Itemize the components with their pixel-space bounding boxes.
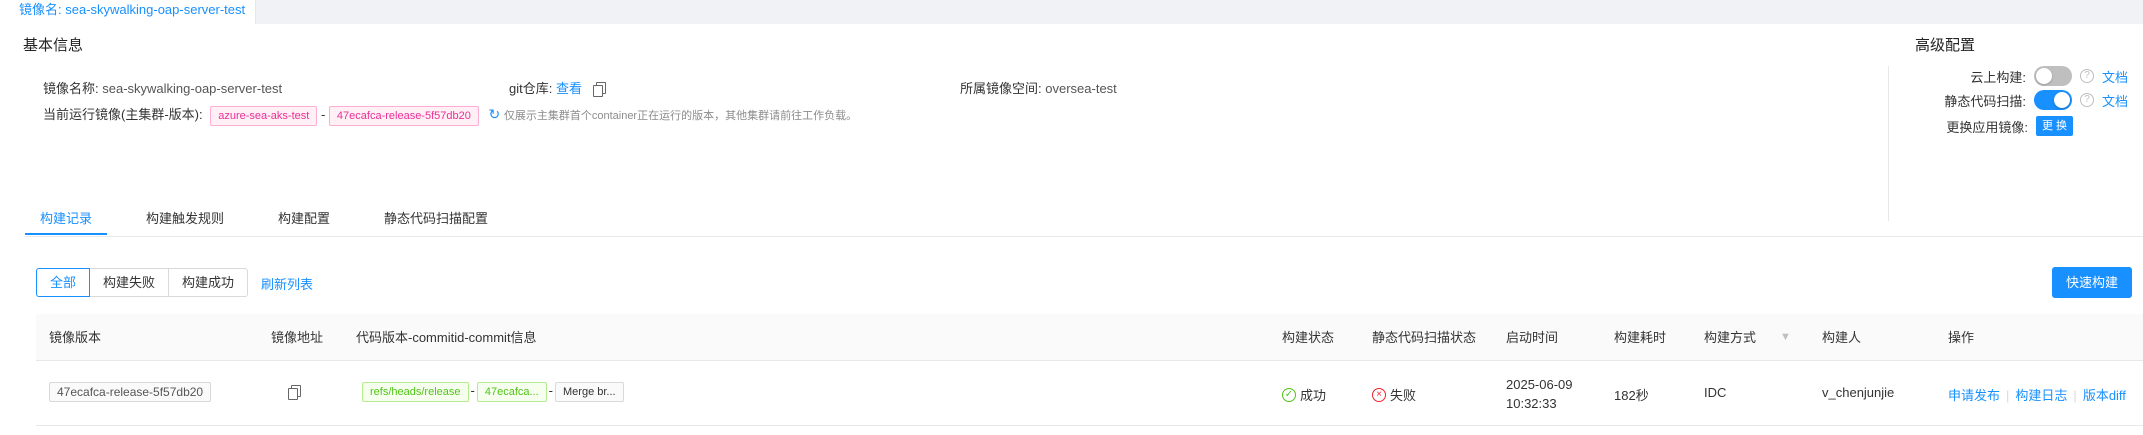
replace-image-label: 更换应用镜像: (1946, 119, 2028, 135)
help-icon[interactable]: ? (2079, 93, 2094, 107)
scan-status: × 失败 (1372, 385, 1416, 404)
replace-button[interactable]: 更 换 (2035, 116, 2073, 136)
advanced-title: 高级配置 (1915, 37, 1976, 54)
main-card: 基本信息 镜像名称: sea-skywalking-oap-server-tes… (0, 24, 2143, 435)
col-version: 镜像版本 (49, 330, 102, 345)
apply-release-link[interactable]: 申请发布 (1948, 388, 2000, 403)
filter-all[interactable]: 全部 (36, 268, 91, 297)
filter-success[interactable]: 构建成功 (168, 268, 249, 297)
replace-image-row: 更换应用镜像: 更 换 (1946, 116, 2073, 136)
start-clock: 10:32:33 (1506, 396, 1557, 411)
running-note: 仅展示主集群首个container正在运行的版本，其他集群请前往工作负载。 (503, 110, 858, 122)
build-status-text: 成功 (1300, 388, 1327, 403)
build-method: IDC (1704, 385, 1727, 400)
static-scan-row: 静态代码扫描: ? 文档 (1944, 90, 2128, 110)
running-image-label: 当前运行镜像(主集群-版本): (43, 107, 203, 122)
cloud-build-label: 云上构建: (1970, 69, 2026, 85)
table-row: 47ecafca-release-5f57db20 refs/heads/rel… (36, 361, 2143, 426)
tab-build-triggers[interactable]: 构建触发规则 (131, 202, 239, 235)
git-row: git仓库: 查看 (509, 78, 606, 97)
commit-message-tag: Merge br... (555, 382, 624, 402)
ref-tag: refs/heads/release (362, 382, 469, 402)
top-tab-bar: 镜像名: sea-skywalking-oap-server-test (0, 0, 2143, 24)
space-value: oversea-test (1045, 81, 1117, 96)
running-image-row: 当前运行镜像(主集群-版本): azure-sea-aks-test - 47e… (43, 104, 857, 126)
tag-separator: - (320, 107, 326, 122)
col-method: 构建方式 (1704, 330, 1757, 345)
version-tag: 47ecafca-release-5f57db20 (328, 105, 479, 126)
quick-build-button[interactable]: 快速构建 (2052, 267, 2132, 298)
tab-bar: 构建记录 构建触发规则 构建配置 静态代码扫描配置 (25, 202, 527, 235)
row-actions: 申请发布 | 构建日志 | 版本diff (1948, 388, 2126, 403)
tab-scan-config[interactable]: 静态代码扫描配置 (369, 202, 503, 235)
tab-build-config[interactable]: 构建配置 (263, 202, 345, 235)
cluster-tag: azure-sea-aks-test (210, 105, 318, 126)
git-label: git仓库: (509, 81, 553, 96)
copy-address-icon[interactable] (288, 385, 301, 400)
doc-link[interactable]: 文档 (2102, 91, 2128, 110)
space-row: 所属镜像空间: oversea-test (960, 78, 1117, 97)
col-duration: 构建耗时 (1614, 330, 1667, 345)
refresh-list-link[interactable]: 刷新列表 (261, 274, 313, 293)
static-scan-label: 静态代码扫描: (1944, 93, 2026, 109)
doc-link[interactable]: 文档 (2102, 67, 2128, 86)
filter-icon[interactable]: ▼ (1780, 314, 1791, 361)
image-version-tag: 47ecafca-release-5f57db20 (49, 382, 212, 402)
git-view-link[interactable]: 查看 (556, 81, 582, 96)
col-builder: 构建人 (1822, 330, 1862, 345)
duration: 182秒 (1614, 388, 1649, 403)
scan-status-text: 失败 (1390, 388, 1417, 403)
builder: v_chenjunjie (1822, 385, 1895, 400)
filter-failed[interactable]: 构建失败 (89, 268, 170, 297)
cloud-build-row: 云上构建: ? 文档 (1970, 66, 2128, 86)
version-diff-link[interactable]: 版本diff (2083, 388, 2126, 403)
image-name-value: sea-skywalking-oap-server-test (102, 81, 283, 96)
tabs-divider (25, 236, 2143, 237)
image-tab[interactable]: 镜像名: sea-skywalking-oap-server-test (0, 0, 256, 24)
col-scan-status: 静态代码扫描状态 (1372, 330, 1477, 345)
refresh-icon[interactable]: ↻ (488, 106, 500, 122)
copy-icon[interactable] (592, 82, 606, 97)
build-log-link[interactable]: 构建日志 (2015, 388, 2067, 403)
help-icon[interactable]: ? (2079, 69, 2094, 83)
section-divider (1888, 66, 1889, 221)
col-actions: 操作 (1948, 330, 1975, 345)
col-address: 镜像地址 (271, 330, 324, 345)
table-header: 镜像版本 镜像地址 代码版本-commitid-commit信息 构建状态 静态… (36, 314, 2143, 361)
build-status: ✓ 成功 (1282, 385, 1326, 404)
image-name-label: 镜像名称: (43, 81, 99, 96)
image-name-row: 镜像名称: sea-skywalking-oap-server-test (43, 78, 282, 97)
success-icon: ✓ (1282, 387, 1296, 402)
commit-tag: 47ecafca... (476, 382, 547, 402)
tab-build-records[interactable]: 构建记录 (25, 202, 108, 235)
col-build-status: 构建状态 (1282, 330, 1335, 345)
start-date: 2025-06-09 (1506, 377, 1573, 392)
col-commit: 代码版本-commitid-commit信息 (356, 330, 537, 345)
commit-info: refs/heads/release -47ecafca... - Merge br.… (362, 382, 624, 402)
cloud-build-toggle[interactable] (2033, 66, 2072, 86)
start-time: 2025-06-09 10:32:33 (1506, 375, 1573, 413)
fail-icon: × (1372, 387, 1386, 402)
static-scan-toggle[interactable] (2033, 90, 2072, 110)
status-filter: 全部 构建失败 构建成功 (36, 268, 249, 297)
basic-info-title: 基本信息 (23, 37, 84, 54)
space-label: 所属镜像空间: (960, 81, 1042, 96)
col-start-time: 启动时间 (1506, 330, 1559, 345)
